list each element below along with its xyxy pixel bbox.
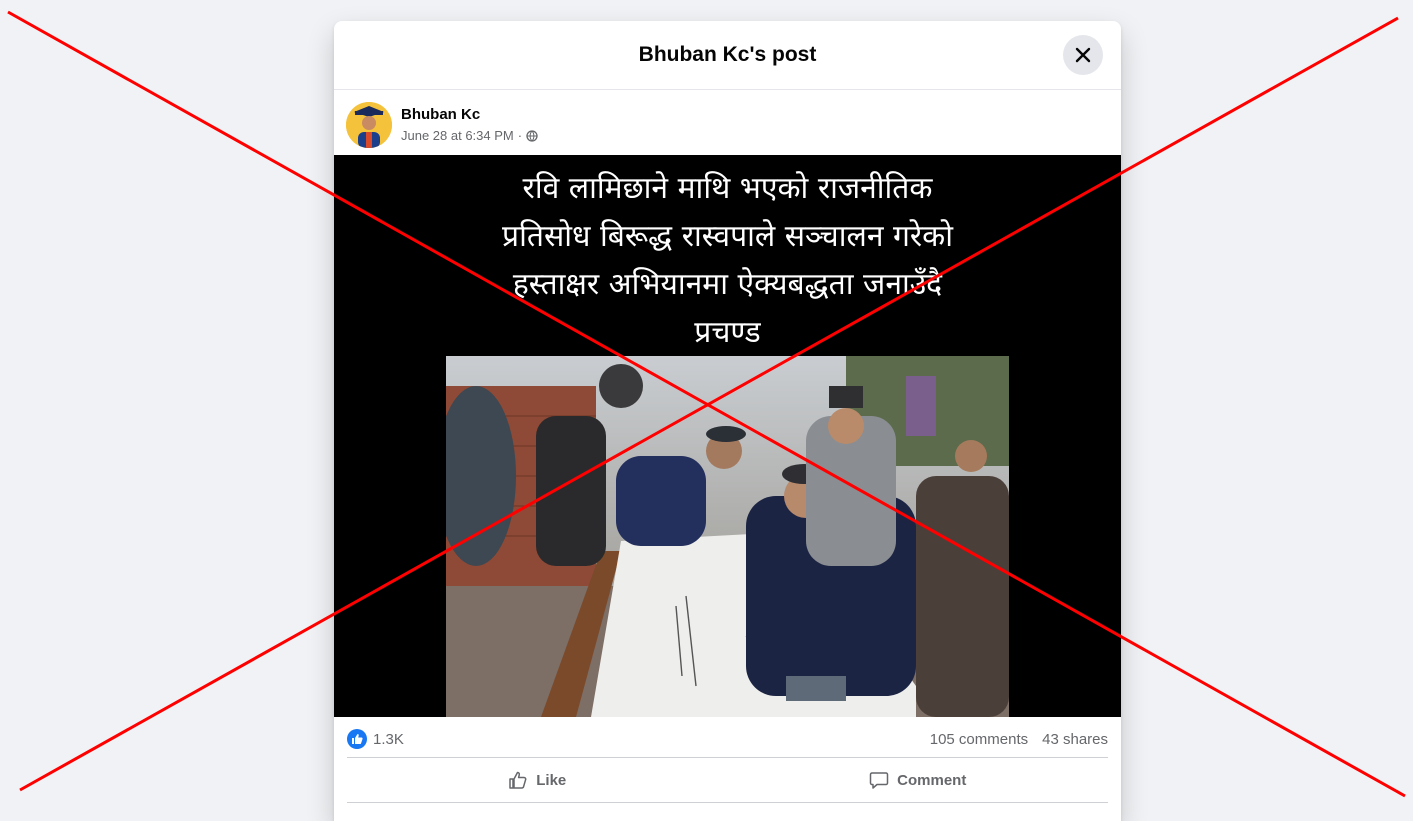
caption-line: रवि लामिछाने माथि भएको राजनीतिक xyxy=(522,171,933,206)
avatar[interactable] xyxy=(346,102,392,148)
like-label: Like xyxy=(536,771,567,789)
post-timestamp[interactable]: June 28 at 6:34 PM xyxy=(401,128,514,143)
comment-label: Comment xyxy=(897,771,967,789)
meta-separator: · xyxy=(517,128,523,143)
globe-icon[interactable] xyxy=(526,129,538,142)
news-photo xyxy=(446,356,1009,717)
post-actions: Like Comment xyxy=(347,758,1108,803)
comment-icon xyxy=(869,772,889,789)
engagement-counts: 105 comments 43 shares xyxy=(930,731,1108,748)
post-header: Bhuban Kc June 28 at 6:34 PM · xyxy=(334,90,1121,155)
post-image[interactable]: रवि लामिछाने माथि भएको राजनीतिक प्रतिसोध… xyxy=(334,155,1121,717)
caption-line: प्रचण्ड xyxy=(694,315,761,350)
close-button[interactable] xyxy=(1063,35,1103,75)
shares-count[interactable]: 43 shares xyxy=(1042,731,1108,748)
modal-header: Bhuban Kc's post xyxy=(334,21,1121,90)
post-modal: Bhuban Kc's post Bhuban Kc June 28 at 6:… xyxy=(334,21,1121,821)
comment-button[interactable]: Comment xyxy=(728,758,1109,802)
reactions[interactable]: 1.3K xyxy=(347,729,404,749)
comments-count[interactable]: 105 comments xyxy=(930,731,1028,748)
author-name[interactable]: Bhuban Kc xyxy=(401,106,480,123)
image-caption: रवि लामिछाने माथि भएको राजनीतिक प्रतिसोध… xyxy=(334,165,1121,357)
thumbs-up-icon xyxy=(509,771,527,789)
caption-line: प्रतिसोध बिरूद्ध रास्वपाले सञ्चालन गरेको xyxy=(502,219,953,254)
post-stats: 1.3K 105 comments 43 shares xyxy=(347,721,1108,758)
modal-title: Bhuban Kc's post xyxy=(638,43,817,66)
reaction-count: 1.3K xyxy=(373,730,404,748)
like-button[interactable]: Like xyxy=(347,758,728,802)
post-meta: June 28 at 6:34 PM · xyxy=(401,128,538,143)
close-icon xyxy=(1075,47,1091,63)
caption-line: हस्ताक्षर अभियानमा ऐक्यबद्धता जनाउँदै xyxy=(512,267,943,302)
like-reaction-icon xyxy=(347,729,367,749)
